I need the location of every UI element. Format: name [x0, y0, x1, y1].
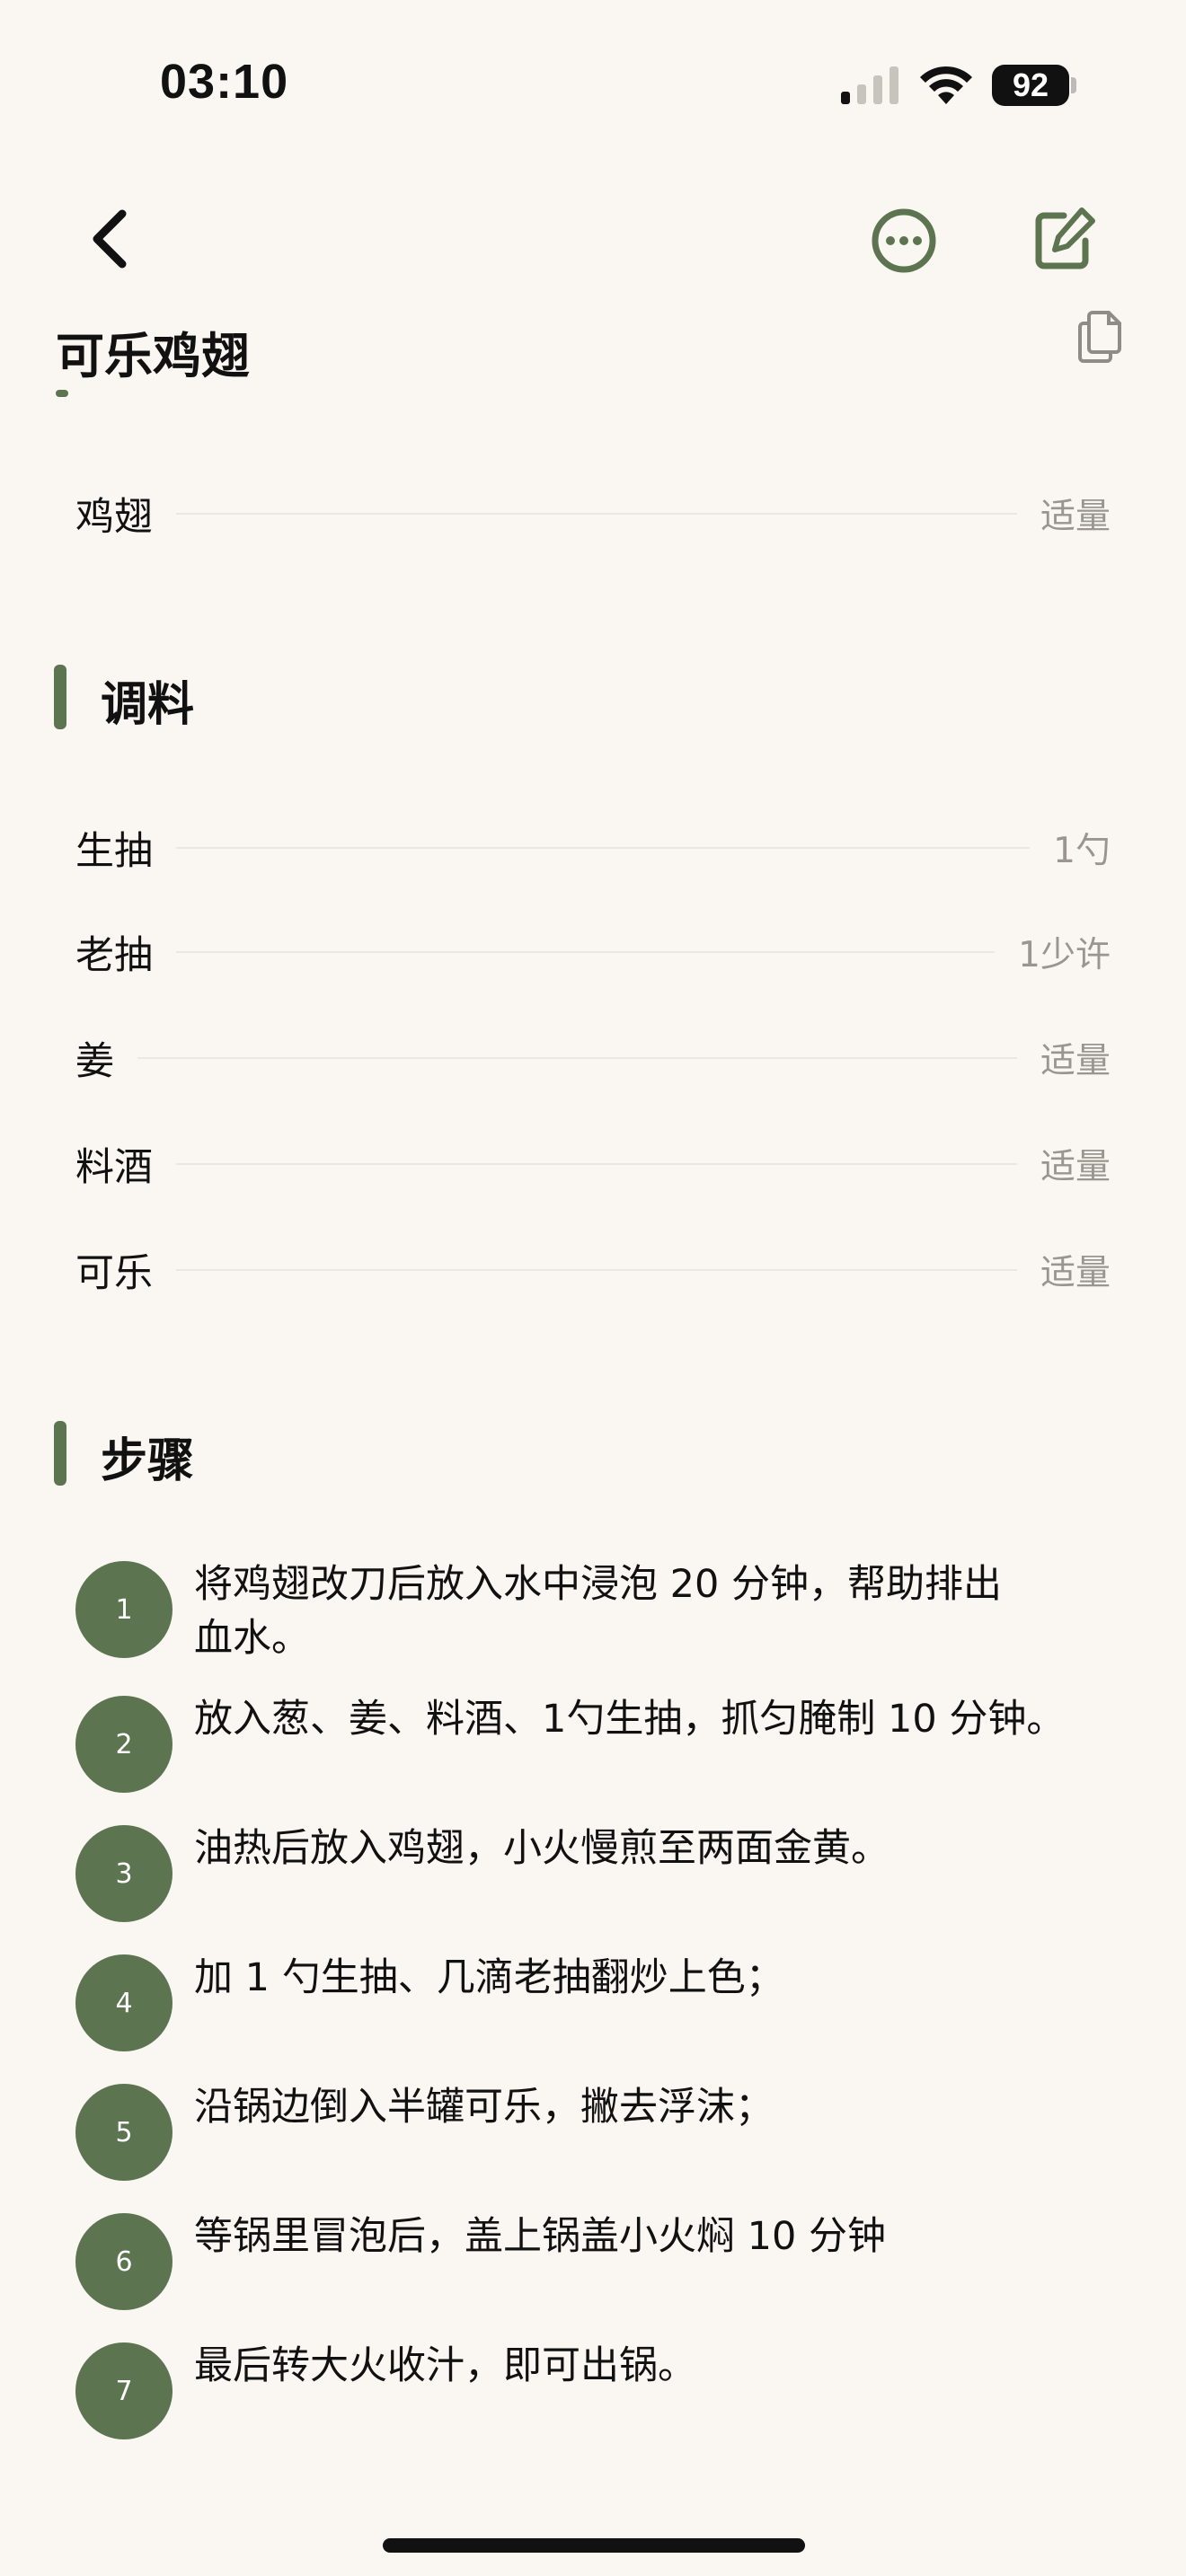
ingredient-amount: 1勺: [1053, 831, 1111, 871]
ingredient-name: 老抽: [75, 933, 153, 978]
battery-level: 92: [1012, 66, 1049, 103]
ingredient-amount: 适量: [1040, 1041, 1111, 1081]
step-number-badge: 2: [75, 1696, 173, 1793]
cellular-signal-icon: [841, 66, 898, 104]
step-number-badge: 3: [75, 1825, 173, 1922]
wifi-icon: [920, 66, 972, 104]
ingredient-row: 可乐 适量: [75, 1243, 1111, 1297]
step-text: 沿锅边倒入半罐可乐，撇去浮沫；: [194, 2085, 774, 2130]
ingredient-amount: 1少许: [1018, 935, 1111, 975]
copy-document-icon[interactable]: [1076, 309, 1127, 365]
step-number-badge: 7: [75, 2342, 173, 2439]
chevron-left-icon[interactable]: [83, 203, 140, 275]
step-number-badge: 1: [75, 1561, 173, 1658]
ingredient-amount: 适量: [1040, 1253, 1111, 1293]
ingredient-row: 料酒 适量: [75, 1137, 1111, 1191]
section-accent-bar: [54, 1421, 66, 1486]
ellipsis-circle-icon[interactable]: [868, 205, 940, 277]
home-indicator[interactable]: [383, 2538, 805, 2553]
step-text: 将鸡翅改刀后放入水中浸泡 20 分钟，帮助排出血水。: [194, 1562, 1003, 1661]
section-accent-bar: [54, 665, 66, 729]
step-number-badge: 4: [75, 1954, 173, 2051]
section-title-seasonings: 调料: [101, 678, 195, 732]
step-text: 放入葱、姜、料酒、1勺生抽，抓匀腌制 10 分钟。: [194, 1697, 1066, 1742]
ingredient-name: 鸡翅: [75, 495, 153, 540]
ingredient-name: 姜: [75, 1039, 114, 1084]
leader-line: [176, 847, 1031, 849]
leader-line: [176, 1269, 1017, 1271]
ingredient-name: 生抽: [75, 829, 153, 874]
step-text: 最后转大火收汁，即可出锅。: [194, 2343, 696, 2388]
ingredient-amount: 适量: [1040, 497, 1111, 537]
leader-line: [176, 951, 996, 953]
step-number-badge: 6: [75, 2213, 173, 2310]
step-number-badge: 5: [75, 2084, 173, 2181]
step-text: 等锅里冒泡后，盖上锅盖小火焖 10 分钟: [194, 2214, 887, 2259]
leader-line: [137, 1057, 1017, 1059]
battery-icon: 92: [992, 65, 1069, 106]
status-time: 03:10: [160, 55, 289, 109]
square-pencil-icon[interactable]: [1028, 203, 1100, 275]
section-accent-bar: [56, 390, 68, 397]
ingredient-row: 姜 适量: [75, 1031, 1111, 1085]
leader-line: [176, 513, 1017, 515]
step-text: 加 1 勺生抽、几滴老抽翻炒上色；: [194, 1955, 784, 2000]
section-title-steps: 步骤: [101, 1434, 195, 1488]
ingredient-row: 鸡翅 适量: [75, 487, 1111, 541]
ingredient-row: 老抽 1少许: [75, 925, 1111, 979]
recipe-title: 可乐鸡翅: [56, 328, 250, 384]
ingredient-amount: 适量: [1040, 1147, 1111, 1187]
ingredient-row: 生抽 1勺: [75, 821, 1111, 875]
ingredient-name: 料酒: [75, 1145, 153, 1190]
step-text: 油热后放入鸡翅，小火慢煎至两面金黄。: [194, 1826, 890, 1871]
battery-cap: [1071, 77, 1076, 93]
ingredient-name: 可乐: [75, 1251, 153, 1296]
leader-line: [176, 1163, 1017, 1165]
